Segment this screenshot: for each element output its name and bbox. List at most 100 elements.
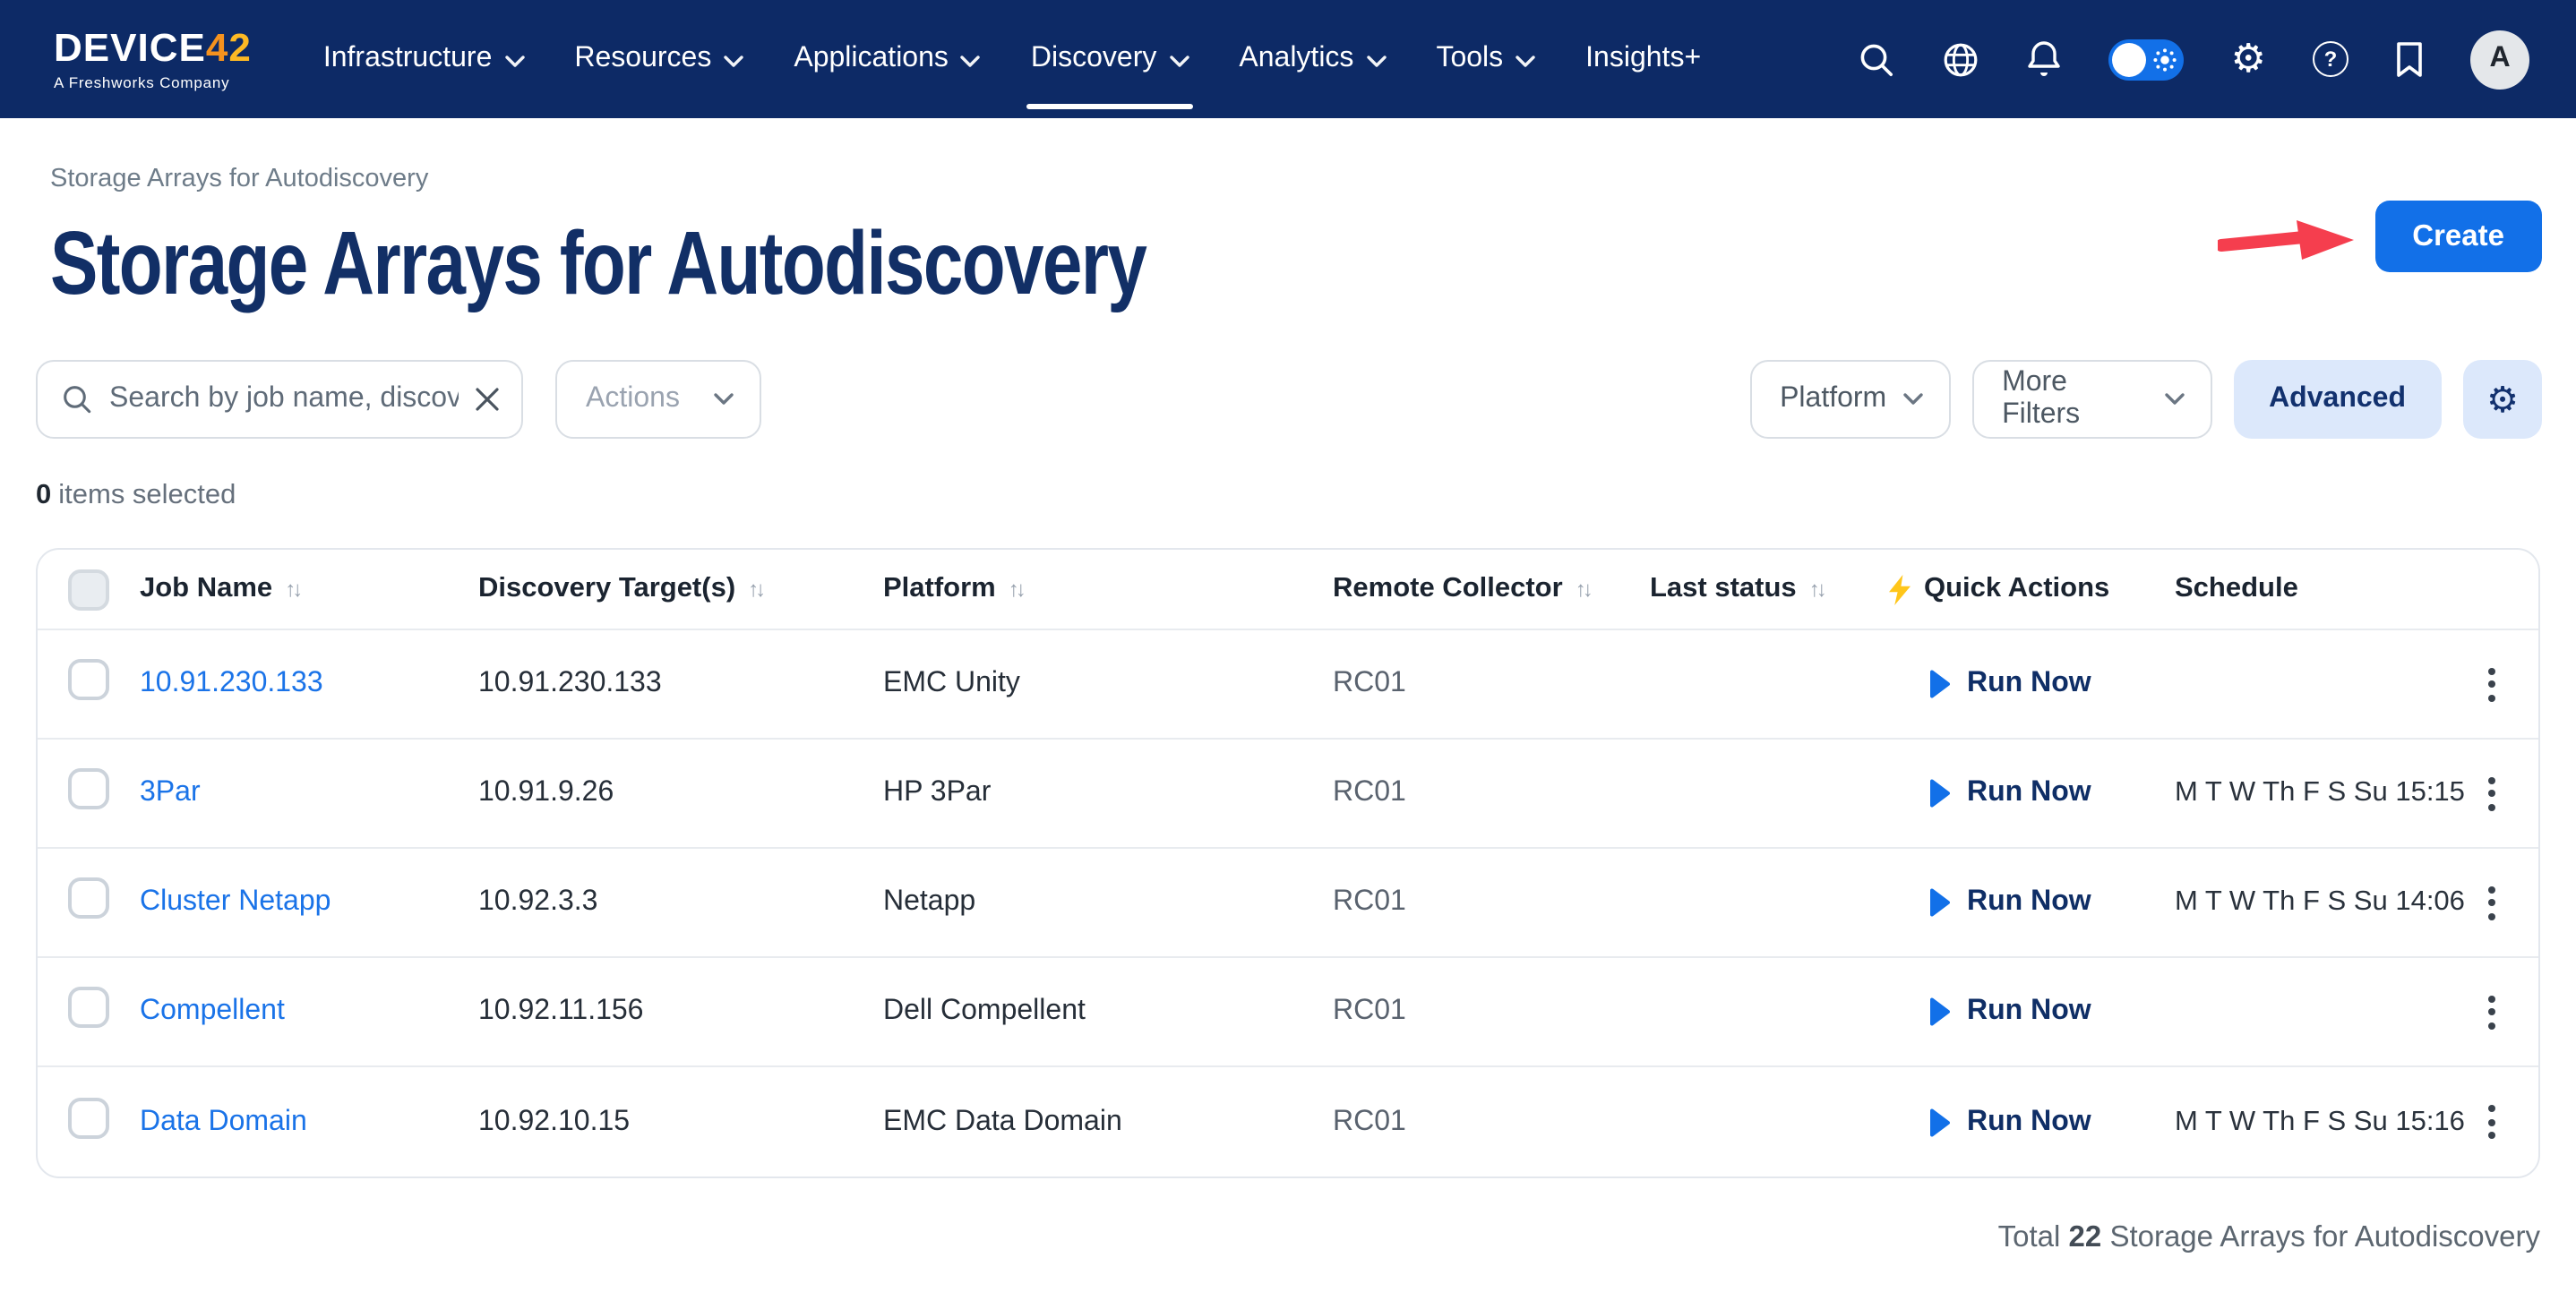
page-title: Storage Arrays for Autodiscovery [50,211,2044,315]
play-icon [1928,1108,1951,1136]
column-header-platform[interactable]: Platform↑↓ [883,573,1333,605]
chevron-down-icon [1366,55,1386,67]
job-name-link[interactable]: Cluster Netapp [140,886,331,917]
platform-value: Netapp [883,886,1333,919]
table-settings-gear-icon[interactable]: ⚙ [2463,360,2542,439]
jobs-table: Job Name↑↓Discovery Target(s)↑↓Platform↑… [36,548,2540,1178]
notifications-bell-icon[interactable] [2027,39,2063,79]
nav-item-discovery[interactable]: Discovery [1006,25,1214,93]
row-checkbox[interactable] [68,768,109,809]
platform-value: EMC Unity [883,668,1333,700]
platform-filter-dropdown[interactable]: Platform [1749,360,1950,439]
table-row: 3Par 10.91.9.26 HP 3Par RC01 Run Now M T… [38,740,2538,849]
advanced-button[interactable]: Advanced [2233,360,2442,439]
nav-item-tools[interactable]: Tools [1411,25,1560,93]
total-count-number: 22 [2069,1221,2102,1253]
user-avatar[interactable]: A [2470,30,2529,89]
column-header-quick-actions: Quick Actions [1888,573,2175,605]
help-icon[interactable]: ? [2313,41,2348,77]
remote-collector-value: RC01 [1333,996,1650,1028]
kebab-menu-icon[interactable] [2488,1098,2506,1146]
toolbar: Actions Platform More Filters Advanced ⚙ [0,360,2576,439]
chevron-down-icon [1902,392,1923,406]
column-header-remote-collector[interactable]: Remote Collector↑↓ [1333,573,1650,605]
job-name-link[interactable]: Data Domain [140,1106,307,1136]
sort-icon[interactable]: ↑↓ [1809,577,1824,602]
run-now-button[interactable]: Run Now [1888,777,2175,809]
nav-item-applications[interactable]: Applications [769,25,1006,93]
row-checkbox[interactable] [68,659,109,700]
remote-collector-value: RC01 [1333,886,1650,919]
search-icon[interactable] [1859,40,1896,78]
actions-dropdown[interactable]: Actions [555,360,761,439]
table-row: Compellent 10.92.11.156 Dell Compellent … [38,958,2538,1067]
filter-tools: Platform More Filters Advanced ⚙ [1749,360,2542,439]
column-header-discovery-target-s[interactable]: Discovery Target(s)↑↓ [478,573,883,605]
remote-collector-value: RC01 [1333,668,1650,700]
schedule-value: M T W Th F S Su 15:16 [2175,1106,2488,1138]
run-now-button[interactable]: Run Now [1888,668,2175,700]
nav-item-resources[interactable]: Resources [549,25,769,93]
column-header-schedule: Schedule [2175,573,2488,605]
column-header-last-status[interactable]: Last status↑↓ [1650,573,1888,605]
sort-icon[interactable]: ↑↓ [748,577,762,602]
toggle-knob [2113,42,2147,76]
nav-item-infrastructure[interactable]: Infrastructure [298,25,550,93]
play-icon [1928,888,1951,917]
run-now-button[interactable]: Run Now [1888,1106,2175,1138]
nav-menu: InfrastructureResourcesApplicationsDisco… [298,25,1726,93]
table-header-row: Job Name↑↓Discovery Target(s)↑↓Platform↑… [38,550,2538,630]
create-button[interactable]: Create [2374,201,2542,272]
job-name-link[interactable]: 10.91.230.133 [140,668,323,698]
job-name-link[interactable]: Compellent [140,996,285,1026]
kebab-menu-icon[interactable] [2488,769,2506,817]
sort-icon[interactable]: ↑↓ [285,577,299,602]
chevron-down-icon [713,392,734,406]
sort-icon[interactable]: ↑↓ [1576,577,1590,602]
run-now-button[interactable]: Run Now [1888,886,2175,919]
page-header: Storage Arrays for Autodiscovery Storage… [0,118,2576,315]
chevron-down-icon [1516,55,1535,67]
chevron-down-icon [504,55,524,67]
chevron-down-icon [1169,55,1189,67]
total-count: Total 22 Storage Arrays for Autodiscover… [0,1221,2540,1255]
settings-gear-icon[interactable]: ⚙ [2231,39,2266,79]
remote-collector-value: RC01 [1333,1106,1650,1138]
bookmark-icon[interactable] [2395,40,2424,78]
discovery-target-value: 10.91.230.133 [478,668,883,700]
table-row: Data Domain 10.92.10.15 EMC Data Domain … [38,1067,2538,1176]
column-header-job-name[interactable]: Job Name↑↓ [140,573,478,605]
logo-tagline: A Freshworks Company [54,73,252,90]
schedule-value: M T W Th F S Su 15:15 [2175,777,2488,809]
chevron-down-icon [961,55,981,67]
nav-item-analytics[interactable]: Analytics [1214,25,1411,93]
select-all-checkbox[interactable] [68,569,109,610]
row-checkbox[interactable] [68,987,109,1028]
search-input[interactable] [109,383,459,415]
discovery-target-value: 10.91.9.26 [478,777,883,809]
breadcrumb[interactable]: Storage Arrays for Autodiscovery [50,165,2542,193]
job-name-link[interactable]: 3Par [140,777,201,808]
play-icon [1928,670,1951,698]
sort-icon[interactable]: ↑↓ [1009,577,1023,602]
kebab-menu-icon[interactable] [2488,660,2506,708]
nav-item-insights[interactable]: Insights+ [1560,25,1726,93]
annotation-arrow-icon [2218,217,2357,267]
play-icon [1928,997,1951,1026]
row-checkbox[interactable] [68,1097,109,1138]
globe-icon[interactable] [1943,40,1980,78]
discovery-target-value: 10.92.11.156 [478,996,883,1028]
brand-logo[interactable]: DEVICE42 A Freshworks Company [54,28,252,90]
kebab-menu-icon[interactable] [2488,878,2506,927]
theme-toggle[interactable] [2109,38,2185,80]
search-box [36,360,523,439]
run-now-button[interactable]: Run Now [1888,996,2175,1028]
sun-icon [2154,47,2177,71]
selection-count: 0 [36,480,51,510]
remote-collector-value: RC01 [1333,777,1650,809]
row-checkbox[interactable] [68,877,109,919]
more-filters-dropdown[interactable]: More Filters [1971,360,2211,439]
nav-right-icons: ⚙ ? A [1859,30,2529,89]
kebab-menu-icon[interactable] [2488,988,2506,1036]
clear-search-icon[interactable] [475,387,500,412]
